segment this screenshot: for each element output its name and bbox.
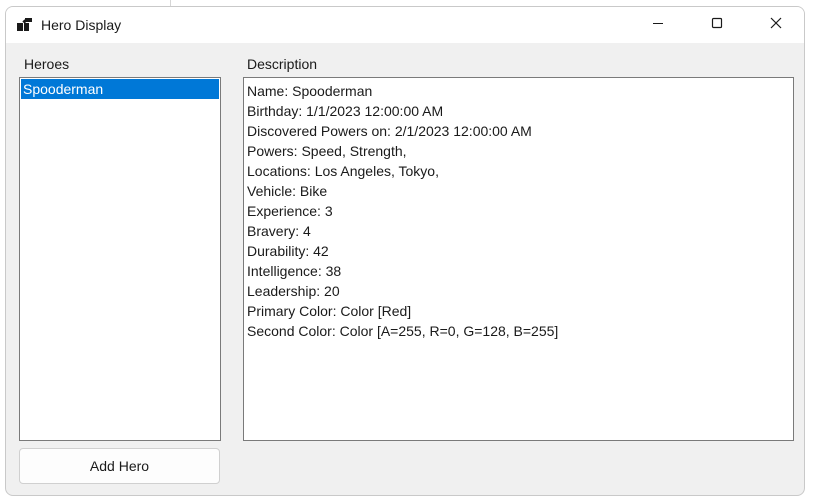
description-label: Description <box>247 56 318 72</box>
description-line-leadership: Leadership: 20 <box>247 283 340 299</box>
description-line-locations: Locations: Los Angeles, Tokyo, <box>247 163 439 179</box>
description-line-name: Name: Spooderman <box>247 83 373 99</box>
description-line-birthday: Birthday: 1/1/2023 12:00:00 AM <box>247 103 444 119</box>
description-line-durability: Durability: 42 <box>247 243 329 259</box>
heroes-label: Heroes <box>24 56 70 72</box>
heroes-listbox[interactable]: Spooderman <box>19 77 221 441</box>
minimize-icon <box>652 16 664 34</box>
add-hero-button[interactable]: Add Hero <box>19 448 220 484</box>
window-title: Hero Display <box>41 17 122 33</box>
app-window-icon <box>17 18 33 32</box>
description-textbox[interactable]: Name: Spooderman Birthday: 1/1/2023 12:0… <box>243 77 794 441</box>
minimize-button[interactable] <box>629 7 687 43</box>
description-line-powers: Powers: Speed, Strength, <box>247 143 407 159</box>
description-line-intelligence: Intelligence: 38 <box>247 263 342 279</box>
maximize-icon <box>711 16 723 34</box>
close-button[interactable] <box>747 7 804 43</box>
hero-display-window: Hero Display Heroes Description Spooderm… <box>5 6 805 496</box>
description-line-discovered-powers: Discovered Powers on: 2/1/2023 12:00:00 … <box>247 123 532 139</box>
description-line-experience: Experience: 3 <box>247 203 333 219</box>
close-icon <box>770 16 782 34</box>
description-line-primary-color: Primary Color: Color [Red] <box>247 303 412 319</box>
description-line-vehicle: Vehicle: Bike <box>247 183 328 199</box>
maximize-button[interactable] <box>688 7 746 43</box>
title-bar[interactable]: Hero Display <box>6 7 804 43</box>
description-line-second-color: Second Color: Color [A=255, R=0, G=128, … <box>247 323 559 339</box>
description-line-bravery: Bravery: 4 <box>247 223 311 239</box>
hero-list-item[interactable]: Spooderman <box>21 79 219 99</box>
desktop-background: Hero Display Heroes Description Spooderm… <box>0 0 816 502</box>
